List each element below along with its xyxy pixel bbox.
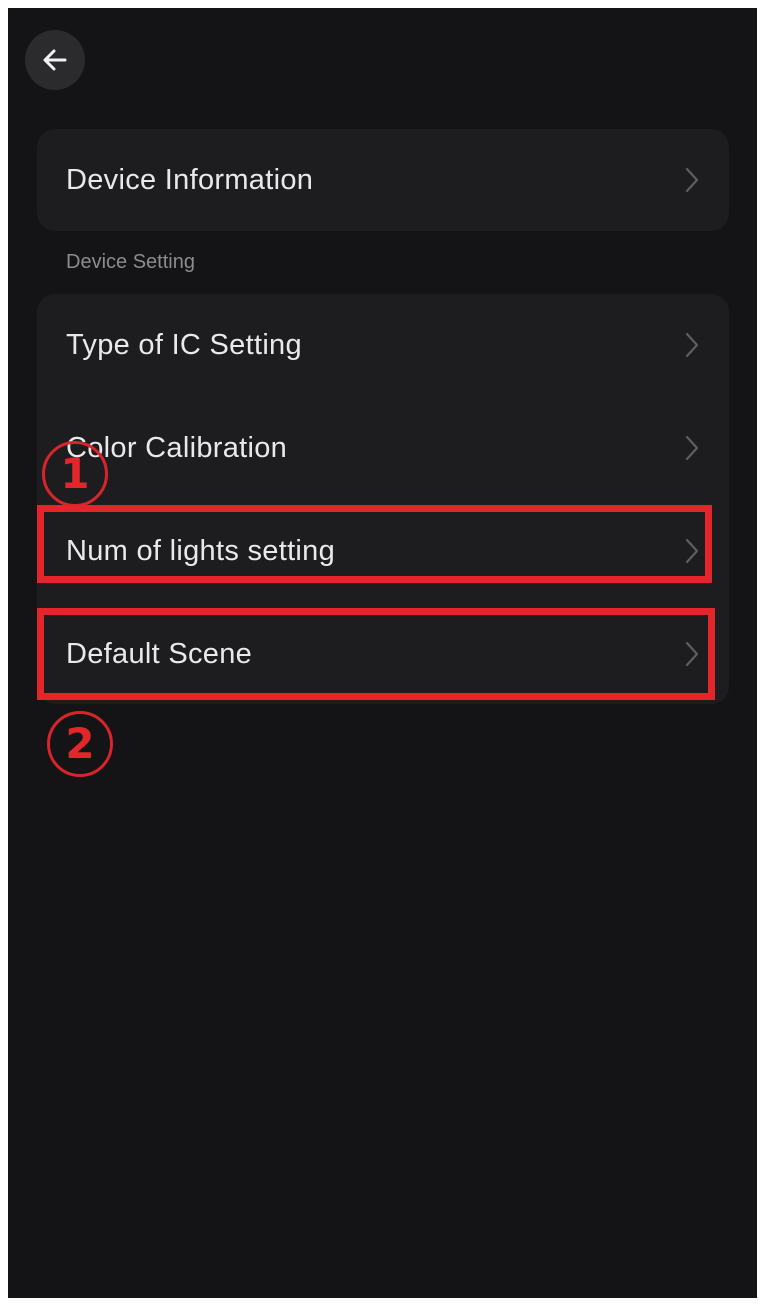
section-label-device-setting: Device Setting	[66, 251, 195, 273]
device-information-card: Device Information	[37, 129, 729, 231]
device-information-label: Device Information	[66, 163, 314, 196]
annotation-marker-1: 1	[42, 441, 108, 507]
color-calibration-row[interactable]: Color Calibration	[37, 397, 729, 499]
settings-screen: Device Information Device Setting Type o…	[8, 8, 757, 1298]
highlight-box-num-of-lights	[37, 505, 712, 583]
chevron-right-icon	[685, 167, 699, 193]
chevron-right-icon	[685, 332, 699, 358]
highlight-box-default-scene	[37, 608, 715, 700]
chevron-right-icon	[685, 435, 699, 461]
back-button[interactable]	[25, 30, 85, 90]
arrow-left-icon	[43, 49, 67, 71]
device-information-row[interactable]: Device Information	[37, 129, 729, 231]
annotation-marker-2: 2	[47, 711, 113, 777]
type-of-ic-setting-row[interactable]: Type of IC Setting	[37, 294, 729, 396]
type-of-ic-setting-label: Type of IC Setting	[66, 328, 302, 361]
